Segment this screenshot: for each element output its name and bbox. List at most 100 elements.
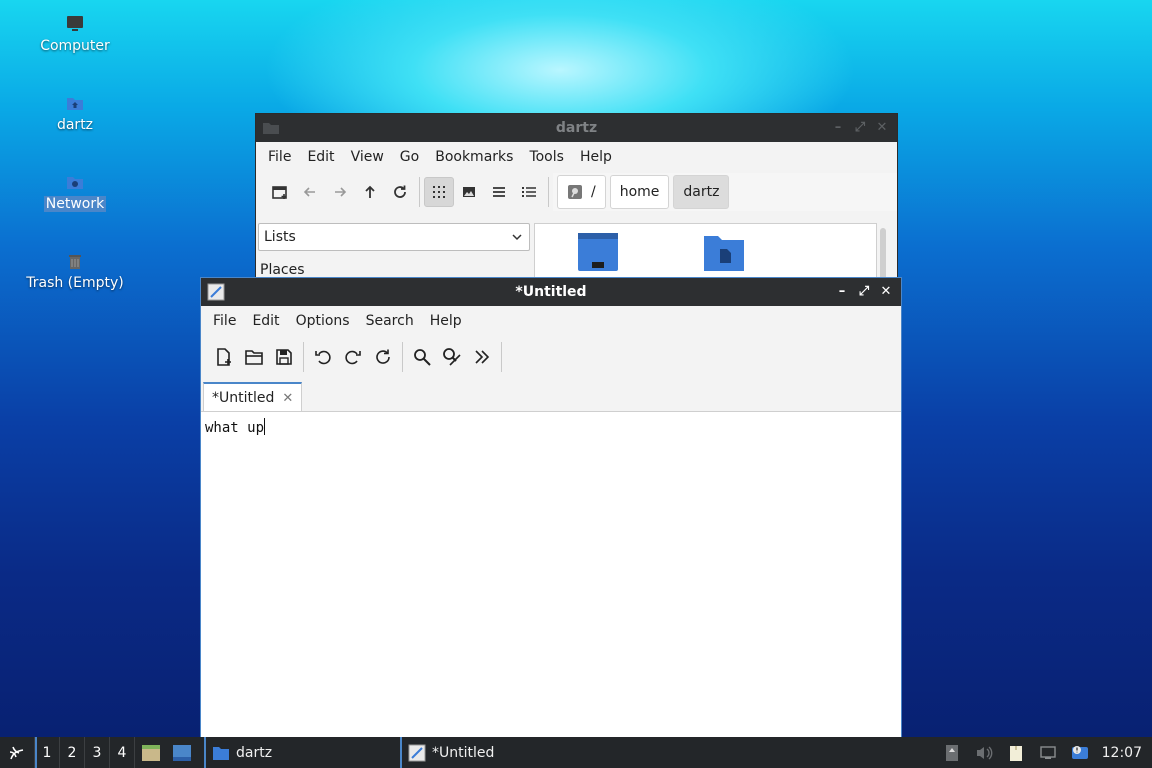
side-pane-mode-value: Lists — [264, 229, 296, 245]
path-root-button[interactable]: / — [557, 175, 606, 209]
drive-icon — [568, 185, 582, 199]
menu-tools[interactable]: Tools — [521, 149, 572, 165]
toolbar-separator — [419, 177, 420, 207]
undo-button[interactable] — [308, 342, 338, 372]
notification-icon[interactable] — [1064, 737, 1096, 768]
desktop-icon-home[interactable]: dartz — [10, 93, 140, 133]
file-manager-toolbar: / home dartz — [256, 172, 897, 212]
text-editor-icon — [207, 283, 225, 301]
maximize-icon[interactable]: ⤢ — [851, 118, 869, 136]
taskbar: 1 2 3 4 dartz *Untitled 12:07 — [0, 737, 1152, 768]
text-editor-window: *Untitled – ⤢ ✕ File Edit Options Search… — [200, 277, 902, 739]
compact-view-icon — [493, 187, 505, 197]
minimize-icon[interactable]: – — [833, 282, 851, 300]
clipboard-icon[interactable] — [1000, 737, 1032, 768]
redo-button[interactable] — [338, 342, 368, 372]
close-tab-icon[interactable]: ✕ — [282, 391, 293, 406]
save-button[interactable] — [269, 342, 299, 372]
forward-arrow-icon — [335, 187, 347, 197]
text-caret — [264, 418, 266, 435]
reload-icon — [394, 185, 406, 198]
find-replace-button[interactable] — [437, 342, 467, 372]
start-menu-button[interactable] — [0, 737, 34, 768]
path-segment-home[interactable]: home — [609, 175, 670, 209]
maximize-icon[interactable]: ⤢ — [855, 282, 873, 300]
minimize-icon[interactable]: – — [829, 118, 847, 136]
menu-view[interactable]: View — [343, 149, 392, 165]
menu-edit[interactable]: Edit — [299, 149, 342, 165]
document-text: what up — [205, 420, 265, 436]
menu-help[interactable]: Help — [572, 149, 620, 165]
toolbar-separator — [548, 177, 549, 207]
menu-edit[interactable]: Edit — [244, 313, 287, 329]
clock[interactable]: 12:07 — [1096, 745, 1152, 761]
task-button-dartz[interactable]: dartz — [204, 737, 400, 768]
side-pane-mode-select[interactable]: Lists — [258, 223, 530, 251]
text-editor-icon — [408, 744, 426, 761]
open-folder-icon — [245, 350, 263, 365]
reload-button[interactable] — [385, 177, 415, 207]
menu-options[interactable]: Options — [288, 313, 358, 329]
desktop-icon-trash[interactable]: Trash (Empty) — [10, 251, 140, 291]
file-manager-launcher[interactable] — [134, 737, 166, 768]
menu-bookmarks[interactable]: Bookmarks — [427, 149, 521, 165]
home-folder-icon — [67, 98, 83, 110]
workspace-3[interactable]: 3 — [84, 737, 109, 768]
file-manager-window: dartz – ⤢ ✕ File Edit View Go Bookmarks … — [255, 113, 898, 288]
text-editor-titlebar[interactable]: *Untitled – ⤢ ✕ — [201, 278, 901, 306]
text-editor-content[interactable]: what up — [201, 411, 901, 738]
reload-button[interactable] — [368, 342, 398, 372]
menu-search[interactable]: Search — [358, 313, 422, 329]
detailed-list-view-button[interactable] — [514, 177, 544, 207]
new-tab-button[interactable] — [265, 177, 295, 207]
menu-go[interactable]: Go — [392, 149, 427, 165]
back-arrow-icon — [303, 187, 315, 197]
find-icon — [414, 349, 431, 366]
up-button[interactable] — [355, 177, 385, 207]
trash-icon — [69, 255, 81, 269]
file-manager-launcher-icon — [141, 744, 160, 761]
workspace-1[interactable]: 1 — [34, 737, 59, 768]
network-status-icon[interactable] — [1032, 737, 1064, 768]
volume-icon[interactable] — [968, 737, 1000, 768]
toolbar-separator — [501, 342, 502, 372]
path-bar: / home dartz — [553, 173, 897, 211]
documents-folder-icon[interactable] — [703, 232, 745, 272]
menu-file[interactable]: File — [260, 149, 299, 165]
tab-untitled[interactable]: *Untitled ✕ — [203, 382, 303, 412]
icon-view-button[interactable] — [424, 177, 454, 207]
file-manager-menubar: File Edit View Go Bookmarks Tools Help — [256, 142, 897, 172]
desktop-folder-icon[interactable] — [577, 232, 619, 272]
close-icon[interactable]: ✕ — [873, 118, 891, 136]
thumbnail-view-button[interactable] — [454, 177, 484, 207]
workspace-4[interactable]: 4 — [109, 737, 134, 768]
desktop-icon-network[interactable]: Network — [10, 172, 140, 212]
removable-media-icon[interactable] — [936, 737, 968, 768]
back-button[interactable] — [295, 177, 325, 207]
show-desktop-button[interactable] — [166, 737, 198, 768]
task-button-untitled[interactable]: *Untitled — [400, 737, 600, 768]
compact-view-button[interactable] — [484, 177, 514, 207]
path-segment-dartz[interactable]: dartz — [673, 175, 730, 209]
forward-button[interactable] — [325, 177, 355, 207]
workspace-2[interactable]: 2 — [59, 737, 84, 768]
open-file-button[interactable] — [239, 342, 269, 372]
show-desktop-icon — [173, 744, 191, 761]
menu-help[interactable]: Help — [422, 313, 470, 329]
desktop-icon-label: Trash (Empty) — [26, 275, 124, 291]
toolbar-separator — [303, 342, 304, 372]
menu-file[interactable]: File — [205, 313, 244, 329]
close-icon[interactable]: ✕ — [877, 282, 895, 300]
new-document-icon — [217, 348, 231, 366]
chevron-down-icon — [512, 234, 522, 241]
detailed-list-view-icon — [522, 187, 536, 197]
find-button[interactable] — [407, 342, 437, 372]
desktop-icon-computer[interactable]: Computer — [10, 14, 140, 54]
redo-icon — [345, 350, 361, 365]
new-document-button[interactable] — [209, 342, 239, 372]
path-root-label: / — [591, 184, 596, 200]
undo-icon — [315, 350, 331, 365]
file-manager-titlebar[interactable]: dartz – ⤢ ✕ — [256, 114, 897, 142]
go-to-line-button[interactable] — [467, 342, 497, 372]
desktop-icon-label: Network — [43, 196, 107, 212]
